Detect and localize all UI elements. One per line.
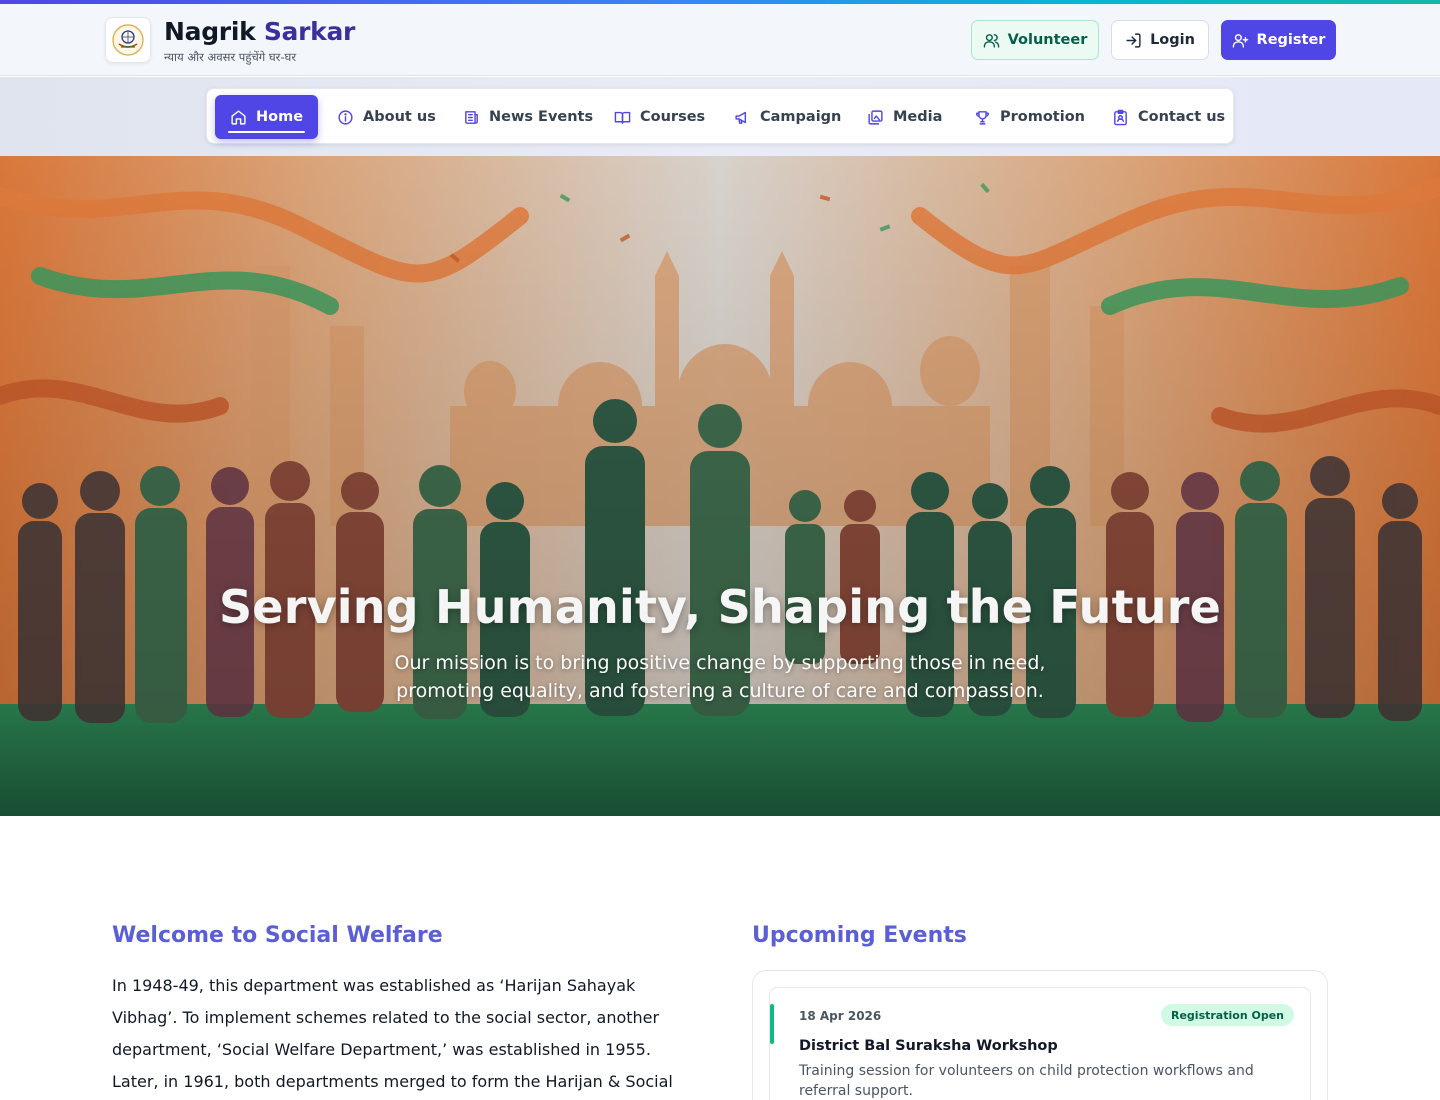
brand-name-part1: Nagrik	[164, 17, 256, 46]
site-logo[interactable]	[105, 17, 151, 63]
book-icon	[614, 109, 631, 126]
trophy-icon	[974, 109, 991, 126]
nav-courses-label: Courses	[640, 109, 706, 125]
brand-tagline: न्याय और अवसर पहुंचेंगे घर-घर	[164, 50, 297, 64]
megaphone-icon	[734, 109, 751, 126]
event-date: 18 Apr 2026	[799, 1009, 882, 1023]
welcome-body: In 1948-49, this department was establis…	[112, 976, 673, 1091]
brand-name-part2: Sarkar	[263, 17, 356, 46]
nav-campaign-label: Campaign	[760, 109, 842, 125]
nav-campaign[interactable]: Campaign	[719, 95, 856, 139]
hero-title: Serving Humanity, Shaping the Future	[218, 580, 1222, 634]
login-icon	[1125, 32, 1142, 49]
events-panel: 18 Apr 2026 Registration Open District B…	[752, 970, 1328, 1100]
nav-media-label: Media	[893, 109, 943, 125]
login-button[interactable]: Login	[1111, 20, 1209, 60]
event-title[interactable]: District Bal Suraksha Workshop	[799, 1038, 1058, 1054]
nav-media[interactable]: Media	[852, 95, 957, 139]
register-button-label: Register	[1256, 32, 1326, 48]
nav-news-events[interactable]: News Events	[448, 95, 608, 139]
nav-news-events-label: News Events	[489, 109, 594, 125]
user-plus-icon	[1232, 32, 1249, 49]
active-underline	[228, 131, 306, 133]
gallery-icon	[867, 109, 884, 126]
brand-name[interactable]: Nagrik Sarkar	[164, 17, 355, 46]
nav-home-label: Home	[256, 109, 304, 125]
nav-courses[interactable]: Courses	[599, 95, 720, 139]
nav-promotion[interactable]: Promotion	[959, 95, 1100, 139]
main-nav-band: Home About us News Events Courses Campai…	[0, 77, 1440, 156]
hero-subtitle: Our mission is to bring positive change …	[394, 652, 1046, 702]
register-button[interactable]: Register	[1221, 20, 1336, 60]
welcome-heading: Welcome to Social Welfare	[112, 923, 443, 948]
event-card[interactable]: 18 Apr 2026 Registration Open District B…	[769, 987, 1311, 1100]
hero-banner: Serving Humanity, Shaping the Future Our…	[0, 156, 1440, 816]
emblem-logo-icon	[112, 24, 144, 56]
hero-illustration	[0, 156, 1440, 816]
nav-home[interactable]: Home	[215, 95, 319, 139]
contact-badge-icon	[1112, 109, 1129, 126]
event-description: Training session for volunteers on child…	[799, 1063, 1254, 1099]
nav-contact-us[interactable]: Contact us	[1097, 95, 1240, 139]
users-icon	[983, 32, 1000, 49]
newspaper-icon	[463, 109, 480, 126]
nav-promotion-label: Promotion	[1000, 109, 1085, 125]
main-nav: Home About us News Events Courses Campai…	[206, 88, 1234, 144]
event-status-bar	[770, 1004, 774, 1044]
nav-about-us[interactable]: About us	[322, 95, 451, 139]
volunteer-button-label: Volunteer	[1007, 32, 1088, 48]
info-icon	[337, 109, 354, 126]
site-header: Nagrik Sarkar न्याय और अवसर पहुंचेंगे घर…	[0, 4, 1440, 76]
event-status-badge: Registration Open	[1161, 1004, 1294, 1026]
login-button-label: Login	[1150, 32, 1195, 48]
nav-contact-us-label: Contact us	[1138, 109, 1226, 125]
home-icon	[230, 109, 247, 126]
events-heading: Upcoming Events	[752, 923, 967, 948]
volunteer-button[interactable]: Volunteer	[971, 20, 1099, 60]
nav-about-us-label: About us	[363, 109, 436, 125]
